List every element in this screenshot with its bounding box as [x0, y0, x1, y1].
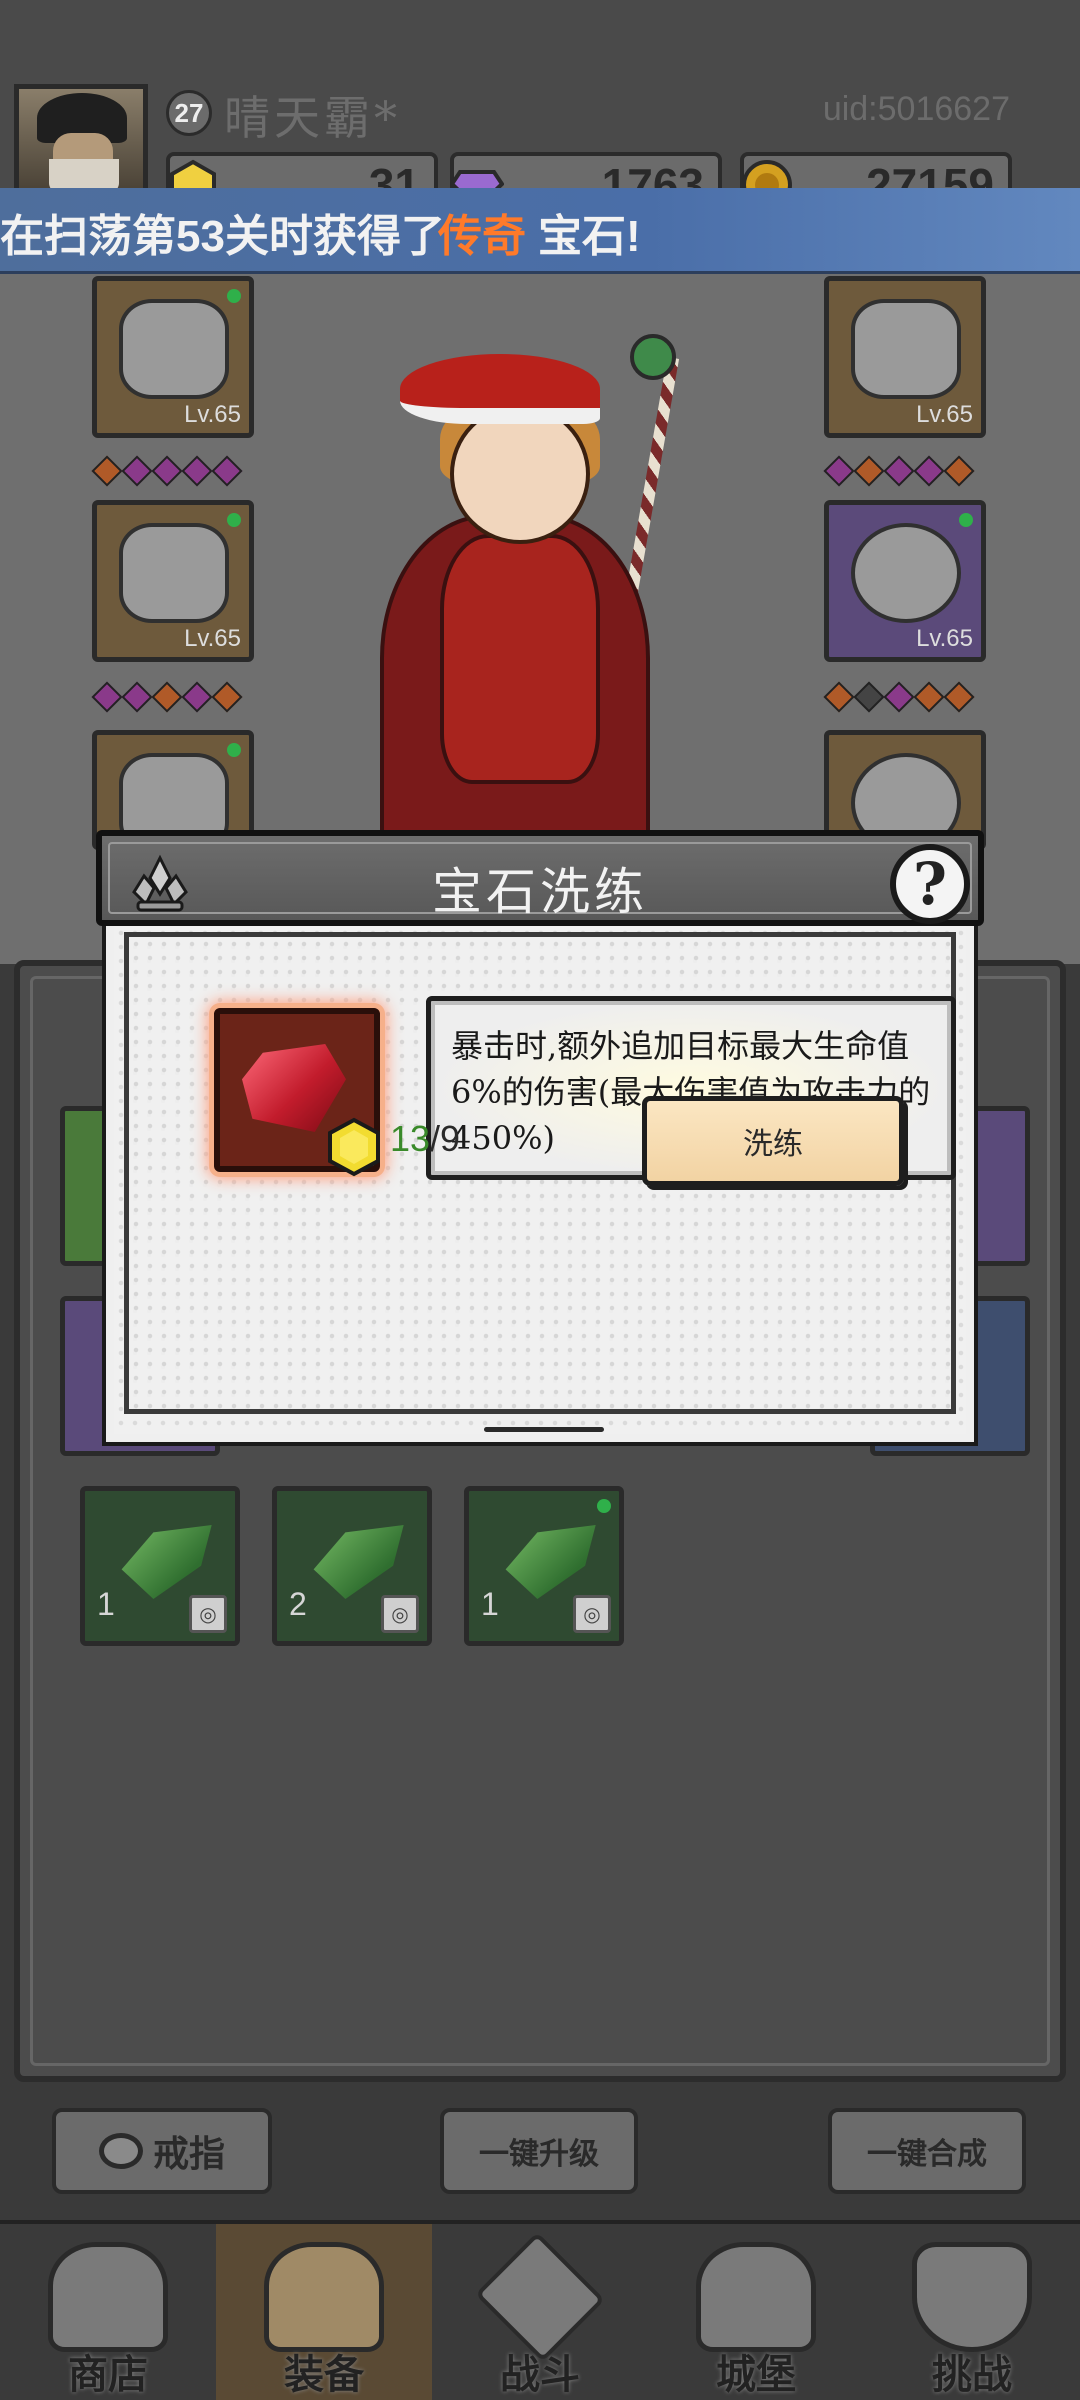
upgrade-all-label: 一键升级	[479, 2138, 599, 2171]
equip-slot-weapon[interactable]: Lv.65	[824, 276, 986, 438]
ring-type-icon: ◎	[381, 1595, 419, 1633]
dialog-title: 宝石洗练	[432, 863, 648, 921]
notice-prefix: 在扫荡第53关时获得了	[0, 212, 445, 261]
notice-highlight: 传奇	[438, 212, 526, 261]
equip-slot-armor[interactable]: Lv.65	[92, 500, 254, 662]
green-gem-icon	[121, 1525, 212, 1599]
slot-level: Lv.65	[916, 625, 973, 652]
nav-label: 战斗	[500, 2353, 580, 2397]
staff-gem	[630, 334, 676, 380]
slot-level: Lv.65	[916, 401, 973, 428]
shop-icon	[48, 2242, 168, 2352]
ring-type-icon: ◎	[189, 1595, 227, 1633]
backpack-icon	[264, 2242, 384, 2352]
item-count: 1	[481, 1586, 499, 1622]
item-count: 1	[97, 1586, 115, 1622]
helmet-icon	[119, 299, 229, 399]
inventory-gem-item[interactable]: 1 ◎	[80, 1486, 240, 1646]
top-status-bar: 27 晴天霸* uid:5016627 31 1763 27159	[0, 0, 1080, 212]
upgrade-dot	[227, 743, 241, 757]
ring-filter-label: 戒指	[152, 2133, 225, 2174]
player-name: 晴天霸*	[224, 91, 401, 145]
shield-icon	[912, 2242, 1032, 2352]
nav-tab-equipment[interactable]: 装备	[216, 2224, 432, 2400]
inventory-gem-item[interactable]: 1 ◎	[464, 1486, 624, 1646]
hero-dress	[440, 534, 600, 784]
ring-type-icon: ◎	[573, 1595, 611, 1633]
nav-label: 装备	[284, 2353, 364, 2397]
upgrade-all-button[interactable]: 一键升级	[440, 2108, 638, 2194]
gold-gem-icon	[328, 1117, 380, 1177]
bottom-navigation: 商店 装备 战斗 城堡 挑战	[0, 2220, 1080, 2400]
cost-owned: 13	[390, 1118, 431, 1159]
ring-gem-sockets	[823, 681, 975, 713]
nav-tab-challenge[interactable]: 挑战	[864, 2224, 1080, 2400]
weapon-gem-sockets	[823, 455, 975, 487]
nav-label: 城堡	[716, 2353, 796, 2397]
hero-character	[360, 334, 680, 894]
cost-required: /9	[430, 1118, 461, 1159]
helmet-gem-sockets	[91, 455, 243, 487]
gem-refine-dialog: 宝石洗练 ? 暴击时,额外追加目标最大生命值6%的伤害(最大伤害值为攻击力的45…	[96, 830, 984, 1442]
cape-armor-icon	[119, 523, 229, 623]
green-gem-icon	[313, 1525, 404, 1599]
loot-notice-banner: 在扫荡第53关时获得了 传奇 宝石!	[0, 188, 1080, 274]
new-item-dot	[597, 1499, 611, 1513]
upgrade-dot	[959, 513, 973, 527]
nav-label: 挑战	[932, 2353, 1012, 2397]
nav-tab-shop[interactable]: 商店	[0, 2224, 216, 2400]
green-gem-icon	[505, 1525, 596, 1599]
castle-icon	[696, 2242, 816, 2352]
nav-tab-castle[interactable]: 城堡	[648, 2224, 864, 2400]
refine-cost: 13/9	[390, 1118, 460, 1160]
upgrade-dot	[227, 513, 241, 527]
player-avatar[interactable]	[14, 84, 148, 194]
slot-level: Lv.65	[184, 625, 241, 652]
item-count: 2	[289, 1586, 307, 1622]
player-level-badge: 27	[166, 90, 212, 136]
hero-face	[450, 404, 590, 544]
weapon-icon	[851, 299, 961, 399]
equip-slot-ring[interactable]: Lv.65	[824, 500, 986, 662]
upgrade-dot	[227, 289, 241, 303]
nav-label: 商店	[68, 2353, 148, 2397]
merge-all-label: 一键合成	[867, 2138, 987, 2171]
santa-hat	[400, 354, 600, 424]
ring-filter-button[interactable]: 戒指	[52, 2108, 272, 2194]
equip-slot-helmet[interactable]: Lv.65	[92, 276, 254, 438]
refine-button-label: 洗练	[743, 1128, 803, 1161]
dialog-bottom-line	[484, 1427, 604, 1432]
notice-suffix: 宝石!	[538, 212, 641, 261]
merge-all-button[interactable]: 一键合成	[828, 2108, 1026, 2194]
armor-gem-sockets	[91, 681, 243, 713]
inventory-gem-item[interactable]: 2 ◎	[272, 1486, 432, 1646]
ring-icon	[98, 2133, 143, 2169]
refine-button[interactable]: 洗练	[642, 1096, 904, 1186]
player-uid: uid:5016627	[822, 90, 1010, 128]
ring-icon	[851, 523, 961, 623]
slot-level: Lv.65	[184, 401, 241, 428]
help-button[interactable]: ?	[890, 844, 970, 924]
dialog-header: 宝石洗练 ?	[96, 830, 984, 926]
nav-tab-battle[interactable]: 战斗	[432, 2224, 648, 2400]
